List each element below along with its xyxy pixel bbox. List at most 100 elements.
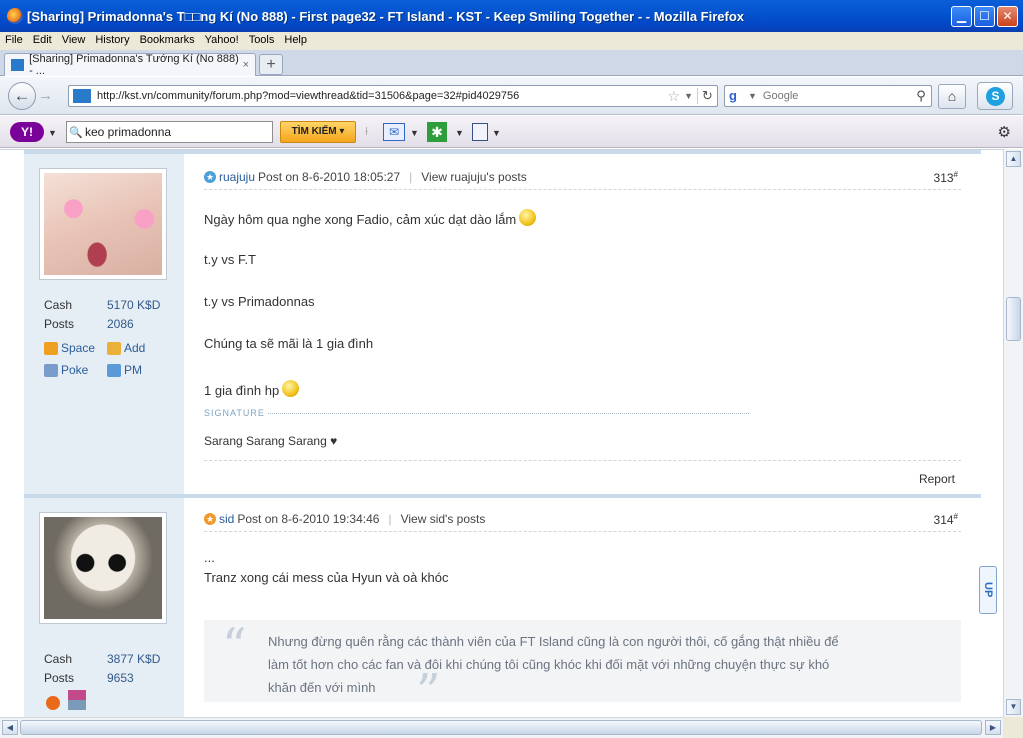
envelope-icon: [107, 363, 121, 377]
view-posts-link[interactable]: View ruajuju's posts: [421, 170, 526, 184]
yahoo-search-button[interactable]: TÌM KIẾM ▾: [280, 121, 356, 143]
cash-value: 5170 K$D: [107, 298, 161, 312]
posts-value[interactable]: 9653: [107, 671, 134, 685]
space-link[interactable]: Space: [44, 341, 95, 355]
home-icon: [44, 341, 58, 355]
menu-bar: File Edit View History Bookmarks Yahoo! …: [0, 32, 1023, 50]
avatar[interactable]: [39, 512, 167, 624]
engine-dropdown-icon[interactable]: ▼: [748, 91, 757, 101]
site-favicon-icon: [11, 59, 25, 71]
scroll-down-arrow-icon[interactable]: ▼: [1006, 699, 1021, 715]
mail-dropdown-icon[interactable]: ▼: [410, 128, 419, 138]
menu-tools[interactable]: Tools: [244, 32, 280, 50]
post-header: ★ ruajuju Post on 8-6-2010 18:05:27 | Vi…: [204, 170, 961, 190]
mail-icon[interactable]: ✉: [383, 123, 405, 141]
document-icon[interactable]: [472, 123, 488, 141]
bookmark-star-icon[interactable]: ☆: [668, 88, 681, 105]
badge-icon: [68, 690, 86, 710]
menu-yahoo[interactable]: Yahoo!: [200, 32, 244, 50]
avatar-image: [44, 173, 162, 275]
menu-view[interactable]: View: [57, 32, 91, 50]
tongue-smiley-icon: [519, 209, 537, 226]
horizontal-scrollbar[interactable]: ◀ ▶: [0, 717, 1003, 738]
flower-icon[interactable]: ✱: [427, 122, 447, 142]
post-author: ★ ruajuju Post on 8-6-2010 18:05:27 | Vi…: [204, 170, 527, 184]
signature-divider: SIGNATURE: [204, 408, 749, 418]
post-date: Post on 8-6-2010 18:05:27: [258, 170, 401, 184]
tab-label: [Sharing] Primadonna's Tướng Kí (No 888)…: [29, 53, 239, 77]
vertical-scrollbar[interactable]: ▲ ▼: [1003, 149, 1023, 717]
menu-history[interactable]: History: [90, 32, 134, 50]
post-number[interactable]: 314#: [934, 512, 958, 527]
search-input[interactable]: [762, 90, 911, 102]
yahoo-search-input[interactable]: [85, 125, 272, 139]
space-link-label: Space: [61, 341, 96, 355]
online-star-icon: ★: [204, 171, 216, 183]
pm-link-label: PM: [124, 363, 142, 377]
hash-sign: #: [953, 512, 958, 521]
post-body: ★ sid Post on 8-6-2010 19:34:46 | View s…: [204, 498, 961, 717]
scroll-up-button[interactable]: UP: [979, 566, 997, 614]
search-bar[interactable]: g ▼ ⚲: [724, 85, 932, 107]
flower-dropdown-icon[interactable]: ▼: [455, 128, 464, 138]
quote-line: làm tốt hơn cho các fan và đôi khi chúng…: [268, 657, 830, 672]
horizontal-scroll-thumb[interactable]: [20, 720, 982, 735]
view-posts-link[interactable]: View sid's posts: [401, 512, 486, 526]
posts-label: Posts: [44, 317, 75, 331]
back-button[interactable]: ←: [8, 82, 36, 110]
username-link[interactable]: sid: [219, 512, 234, 526]
close-button[interactable]: ✕: [997, 5, 1018, 27]
menu-edit[interactable]: Edit: [28, 32, 57, 50]
signature-text: Sarang Sarang Sarang ♥: [204, 434, 338, 448]
post-sidebar: Cash 5170 K$D Posts 2086 Space Add Poke …: [24, 150, 184, 494]
pm-link[interactable]: PM: [107, 363, 142, 377]
tab-bar: [Sharing] Primadonna's Tướng Kí (No 888)…: [0, 50, 1023, 77]
reload-icon[interactable]: ↻: [697, 88, 717, 104]
separator: |: [409, 170, 413, 184]
menu-bookmarks[interactable]: Bookmarks: [135, 32, 200, 50]
skype-button[interactable]: S: [977, 82, 1013, 110]
url-dropdown-icon[interactable]: ▼: [684, 91, 693, 101]
minimize-button[interactable]: ▁: [951, 5, 972, 27]
home-button[interactable]: ⌂: [938, 84, 966, 109]
scroll-right-arrow-icon[interactable]: ▶: [985, 720, 1001, 735]
url-text[interactable]: http://kst.vn/community/forum.php?mod=vi…: [97, 90, 668, 102]
document-dropdown-icon[interactable]: ▼: [492, 128, 501, 138]
search-icon[interactable]: ⚲: [911, 88, 931, 104]
tab-close-icon[interactable]: ×: [243, 59, 249, 71]
poke-link[interactable]: Poke: [44, 363, 88, 377]
username-link[interactable]: ruajuju: [219, 170, 255, 184]
yahoo-search-box[interactable]: 🔍: [66, 121, 273, 143]
scrollbar-corner: [1003, 717, 1023, 738]
address-bar[interactable]: http://kst.vn/community/forum.php?mod=vi…: [68, 85, 718, 107]
add-friend-link[interactable]: Add: [107, 341, 145, 355]
menu-file[interactable]: File: [0, 32, 28, 50]
avatar[interactable]: [39, 168, 167, 280]
google-engine-icon[interactable]: g: [729, 89, 745, 103]
quote-block: “ Nhưng đừng quên rằng các thành viên củ…: [204, 620, 961, 716]
post-line-text: 1 gia đình hp: [204, 383, 280, 398]
post-number[interactable]: 313#: [934, 170, 958, 185]
post-body: ★ ruajuju Post on 8-6-2010 18:05:27 | Vi…: [24, 150, 981, 494]
new-tab-button[interactable]: +: [259, 54, 283, 75]
forward-button[interactable]: →: [38, 87, 53, 104]
vertical-scroll-thumb[interactable]: [1006, 297, 1021, 341]
scroll-up-arrow-icon[interactable]: ▲: [1006, 151, 1021, 167]
report-link[interactable]: Report: [919, 472, 955, 486]
gear-icon[interactable]: ⚙: [998, 123, 1011, 141]
post-top-border: [24, 150, 981, 154]
maximize-button[interactable]: ☐: [974, 5, 995, 27]
tab-current[interactable]: [Sharing] Primadonna's Tướng Kí (No 888)…: [4, 53, 256, 77]
posts-value[interactable]: 2086: [107, 317, 134, 331]
post-footer-rule: [204, 460, 961, 461]
menu-help[interactable]: Help: [279, 32, 312, 50]
yahoo-logo[interactable]: Y!: [10, 122, 44, 142]
search-icon: 🔍: [69, 126, 83, 139]
scroll-left-arrow-icon[interactable]: ◀: [2, 720, 18, 735]
quote-line: Nhưng đừng quên rằng các thành viên của …: [268, 634, 839, 649]
post-line: Ngày hôm qua nghe xong Fadio, cảm xúc dạ…: [204, 209, 537, 227]
cash-value: 3877 K$D: [107, 652, 161, 666]
yahoo-dropdown-icon[interactable]: ▼: [48, 128, 57, 138]
site-identity-icon[interactable]: [73, 89, 91, 103]
post-line: Chúng ta sẽ mãi là 1 gia đình: [204, 336, 374, 351]
